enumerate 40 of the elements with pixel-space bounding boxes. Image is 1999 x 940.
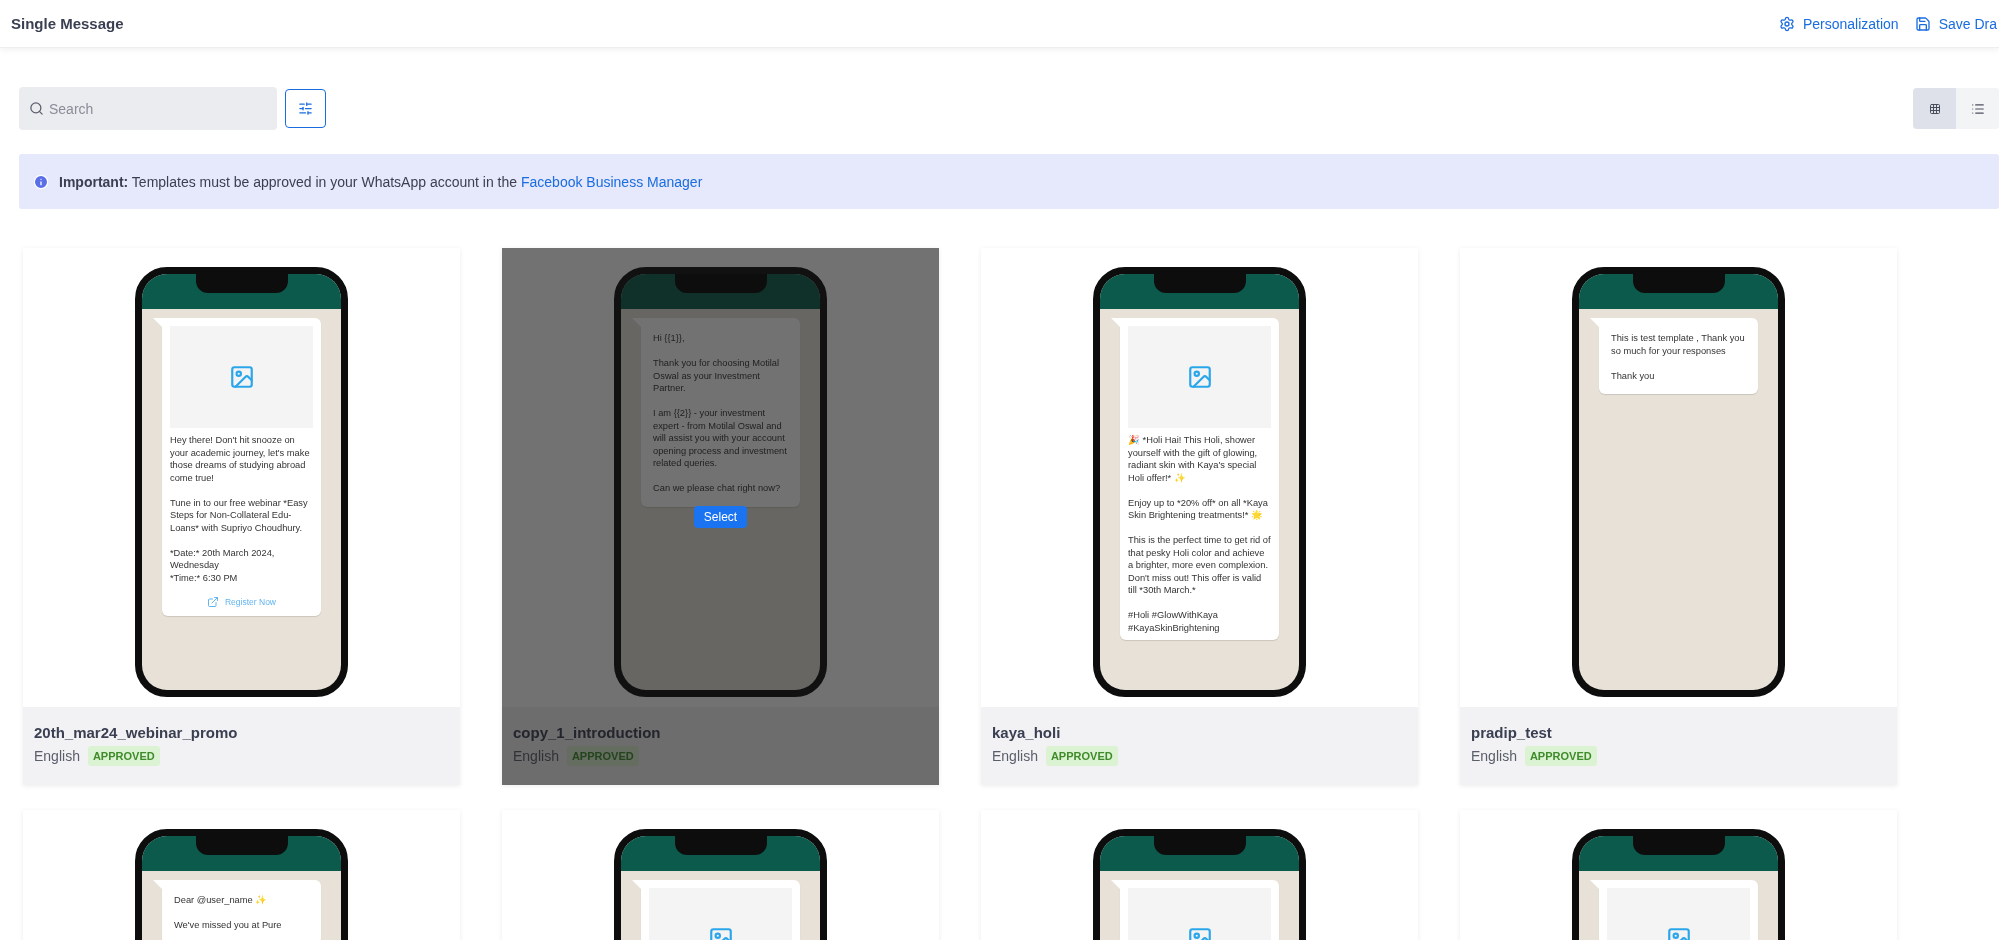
message-text: 🎉 *Holi Hai! This Holi, shower yourself with the gift of glowing, radiant skin with Kaya's special Holi offer!* ✨ Enjoy up to *20% off* on all *Kaya Skin Brightening treatments!* 🌟 This is the perfect time to get rid of that pesky Holi color and achieve a brighter, more even complexion. Don't miss out! This offer is valid till *30th March.* #Holi #GlowWithKaya #KayaSkinBrightening (1128, 434, 1271, 634)
view-toggle-button[interactable] (1913, 88, 1956, 129)
filter-icon (298, 101, 313, 116)
template-card[interactable] (23, 248, 460, 785)
template-name: 20th_mar24_webinar_promo (34, 724, 239, 741)
filter-button[interactable] (285, 89, 326, 128)
page-title: Single Message (11, 15, 124, 32)
settings-icon (1778, 15, 1795, 32)
status-badge: APPROVED (87, 746, 160, 766)
template-language: English (1471, 748, 1517, 764)
message-text: Hi {{1}}, Thank you for choosing Motilal Oswal as your Investment Partner. I am {{2}} - your investment expert - from Motilal Oswal and will assist you with your account opening process and investment related queries. Can we please chat right now? (652, 332, 788, 495)
template-name: copy_1_introduction (513, 724, 662, 741)
status-badge: APPROVED (1524, 746, 1597, 766)
search-field[interactable]: Search (19, 87, 277, 130)
external-link-icon (207, 596, 219, 608)
bubble-tail (1590, 318, 1599, 327)
template-name: kaya_holi (992, 724, 1062, 741)
header-action-link[interactable]: Personalization (1778, 15, 1899, 32)
message-text: Hey there! Don't hit snooze on your academic journey, let's make those dreams of studying abroad come true! Tune in to our free webinar *Easy Steps for Non-Collateral Edu-Loans* with Supriyo Choudhury. *Date:* 20th March 2024, Wednesday *Time:* 6:30 PM (170, 434, 311, 584)
info-icon (33, 173, 49, 190)
template-language: English (992, 748, 1038, 764)
template-card[interactable] (981, 248, 1418, 785)
template-name: pradip_test (1471, 724, 1553, 741)
template-card[interactable]: Dear @user_name ✨ We've missed you at Pure (23, 810, 460, 940)
template-language: English (513, 748, 559, 764)
status-badge: APPROVED (566, 746, 639, 766)
banner-text: Important: Templates must be approved in your WhatsApp account in the Facebook Business Manager (59, 173, 703, 190)
template-language: English (34, 748, 80, 764)
message-text: Dear @user_name ✨ We've missed you at Pure (173, 894, 283, 932)
message-text: This is test template , Thank you so much for your responses Thank you (1610, 332, 1746, 383)
bubble-tail (153, 880, 162, 889)
header-action-link[interactable]: Save Dra (1914, 15, 1997, 32)
search-icon (29, 101, 44, 116)
template-card[interactable]: This is test template , Thank you so much for your responses Thank you pradip_test English APPROVED (1460, 248, 1897, 785)
list-view-icon (1970, 101, 1985, 116)
banner-link[interactable]: Facebook Business Manager (520, 173, 703, 190)
grid-view-icon (1928, 102, 1941, 115)
image-icon (1186, 364, 1213, 390)
image-icon (228, 364, 255, 390)
status-badge: APPROVED (1045, 746, 1118, 766)
